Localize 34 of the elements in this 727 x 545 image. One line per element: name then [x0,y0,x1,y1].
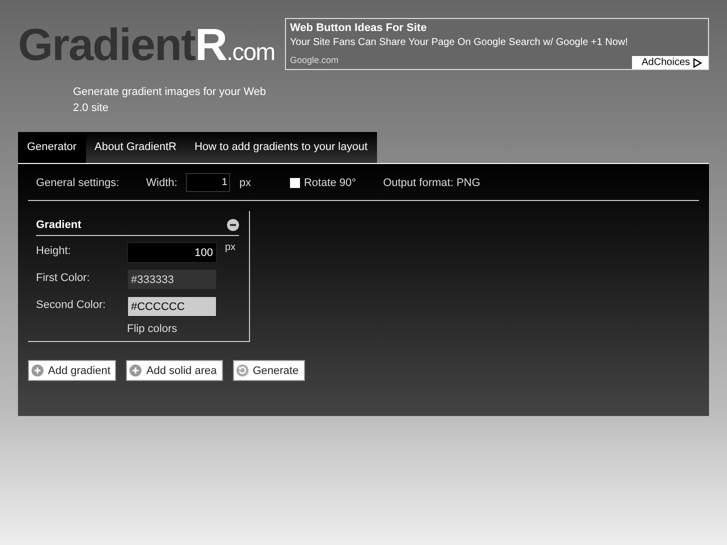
refresh-icon [236,364,249,377]
ad-url[interactable]: Google.com [290,54,339,67]
nav-tab[interactable]: How to add gradients to your layout [185,132,377,163]
field-label: First Color: [36,271,91,284]
ad-title[interactable]: Web Button Ideas For Site [290,21,704,36]
width-unit: px [239,176,251,188]
action-button[interactable]: Generate [232,360,305,381]
site-logo[interactable]: GradientR.com [18,22,278,76]
nav-tab[interactable]: Generator [18,132,86,163]
gradient-title: Gradient [36,219,82,231]
general-settings-label: General settings: [36,176,120,188]
field-label: Height: [36,244,72,257]
field-label: Second Color: [36,298,107,311]
height-input[interactable]: 100 [127,242,217,263]
width-label: Width: [146,176,178,188]
plus-circle-icon [129,364,142,377]
unit-label: px [225,242,237,253]
tagline: Generate gradient images for your Web 2.0 site [73,85,268,116]
flip-colors-link[interactable]: Flip colors [127,323,178,335]
color-input[interactable]: #CCCCCC [127,296,217,317]
action-button[interactable]: Add solid area [126,360,223,381]
nav-tab[interactable]: About GradientR [86,132,186,163]
play-icon [693,58,702,68]
rotate-label: Rotate 90° [304,176,356,188]
ad-text: Your Site Fans Can Share Your Page On Google Search w/ Google +1 Now! [290,36,629,50]
ad-banner[interactable]: Web Button Ideas For Site Your Site Fans Can Share Your Page On Google Search w/ Google +1 Now! Google.com AdChoices [285,18,709,70]
remove-icon[interactable] [227,219,239,231]
width-input[interactable]: 1 [186,173,230,192]
adchoices-badge[interactable]: AdChoices [632,56,708,69]
rotate-checkbox[interactable] [290,178,300,188]
plus-circle-icon [31,364,44,377]
output-format-label: Output format: PNG [383,176,480,188]
color-input[interactable]: #333333 [127,269,217,290]
action-button[interactable]: Add gradient [28,360,116,381]
